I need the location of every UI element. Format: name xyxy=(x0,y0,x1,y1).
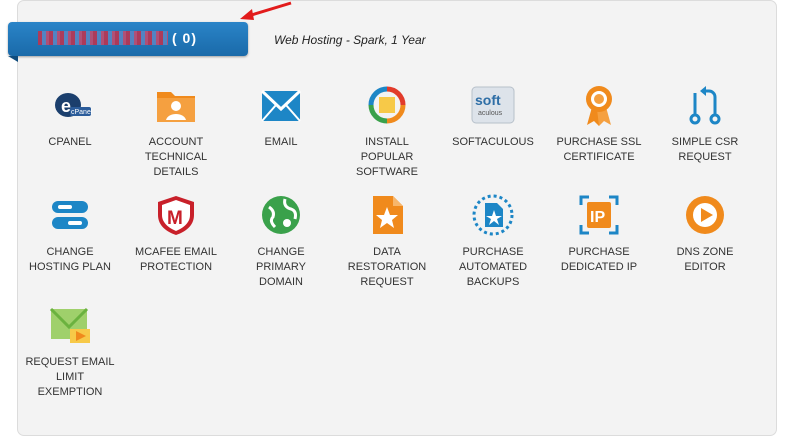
envelope-icon xyxy=(260,89,302,122)
tool-label: ACCOUNT TECHNICAL DETAILS xyxy=(144,136,208,178)
email-arrow-icon xyxy=(49,307,90,343)
globe-icon xyxy=(262,196,300,234)
mcafee-shield-icon: M xyxy=(158,196,194,235)
account-details-icon xyxy=(157,92,195,122)
tool-cpanel[interactable]: e cPanel CPANEL xyxy=(24,83,116,150)
svg-text:cPanel: cPanel xyxy=(71,109,92,116)
software-installer-icon xyxy=(368,86,406,124)
ribbon-award-icon xyxy=(586,86,612,126)
tool-label: CHANGE PRIMARY DOMAIN xyxy=(256,246,306,288)
backup-file-icon xyxy=(472,194,514,236)
tool-label: PURCHASE AUTOMATED BACKUPS xyxy=(458,246,528,288)
hosting-plan-icon xyxy=(52,201,88,229)
tool-data-restoration-request[interactable]: DATA RESTORATION REQUEST xyxy=(341,193,433,290)
tool-label: PURCHASE DEDICATED IP xyxy=(560,246,638,273)
tool-purchase-dedicated-ip[interactable]: IP PURCHASE DEDICATED IP xyxy=(553,193,645,275)
tool-purchase-ssl-certificate[interactable]: PURCHASE SSL CERTIFICATE xyxy=(553,83,645,165)
tool-dns-zone-editor[interactable]: DNS ZONE EDITOR xyxy=(659,193,751,275)
softaculous-icon: soft aculous xyxy=(471,86,515,124)
red-pointer-arrow xyxy=(240,1,292,20)
tool-change-primary-domain[interactable]: CHANGE PRIMARY DOMAIN xyxy=(235,193,327,290)
svg-text:aculous: aculous xyxy=(478,110,503,117)
tool-label: CHANGE HOSTING PLAN xyxy=(29,246,111,273)
tool-mcafee-email-protection[interactable]: M MCAFEE EMAIL PROTECTION xyxy=(130,193,222,275)
file-star-icon xyxy=(373,196,403,234)
svg-text:M: M xyxy=(167,208,183,229)
tool-label: CPANEL xyxy=(48,136,92,148)
tool-request-email-limit-exemption[interactable]: REQUEST EMAIL LIMIT EXEMPTION xyxy=(24,303,116,400)
tool-purchase-automated-backups[interactable]: PURCHASE AUTOMATED BACKUPS xyxy=(447,193,539,290)
svg-text:IP: IP xyxy=(590,209,605,226)
tool-install-popular-software[interactable]: INSTALL POPULAR SOFTWARE xyxy=(341,83,433,180)
tool-label: SIMPLE CSR REQUEST xyxy=(671,136,739,163)
tool-label: DATA RESTORATION REQUEST xyxy=(347,246,427,288)
tool-label: MCAFEE EMAIL PROTECTION xyxy=(135,246,217,273)
tool-label: SOFTACULOUS xyxy=(452,136,534,148)
csr-arrows-icon xyxy=(689,86,721,125)
svg-text:soft: soft xyxy=(475,92,501,108)
tool-change-hosting-plan[interactable]: CHANGE HOSTING PLAN xyxy=(24,193,116,275)
svg-text:e: e xyxy=(61,96,71,116)
tool-label: PURCHASE SSL CERTIFICATE xyxy=(556,136,642,163)
tool-email[interactable]: EMAIL xyxy=(235,83,327,150)
tool-account-technical-details[interactable]: ACCOUNT TECHNICAL DETAILS xyxy=(130,83,222,180)
plan-label: Web Hosting - Spark, 1 Year xyxy=(274,33,426,47)
account-badge[interactable]: ( 0) xyxy=(8,22,248,56)
tool-label: INSTALL POPULAR SOFTWARE xyxy=(356,136,418,178)
tool-label: REQUEST EMAIL LIMIT EXEMPTION xyxy=(25,356,115,398)
ribbon-fold xyxy=(8,56,18,62)
cpanel-icon: e cPanel xyxy=(55,93,92,117)
tool-label: DNS ZONE EDITOR xyxy=(676,246,734,273)
tool-softaculous[interactable]: soft aculous SOFTACULOUS xyxy=(447,83,539,150)
dns-play-icon xyxy=(686,196,724,234)
ip-icon: IP xyxy=(579,195,619,235)
redacted-domain-name xyxy=(38,31,168,45)
account-badge-text: ( 0) xyxy=(172,30,197,46)
tool-label: EMAIL xyxy=(264,136,298,148)
tool-simple-csr-request[interactable]: SIMPLE CSR REQUEST xyxy=(659,83,751,165)
